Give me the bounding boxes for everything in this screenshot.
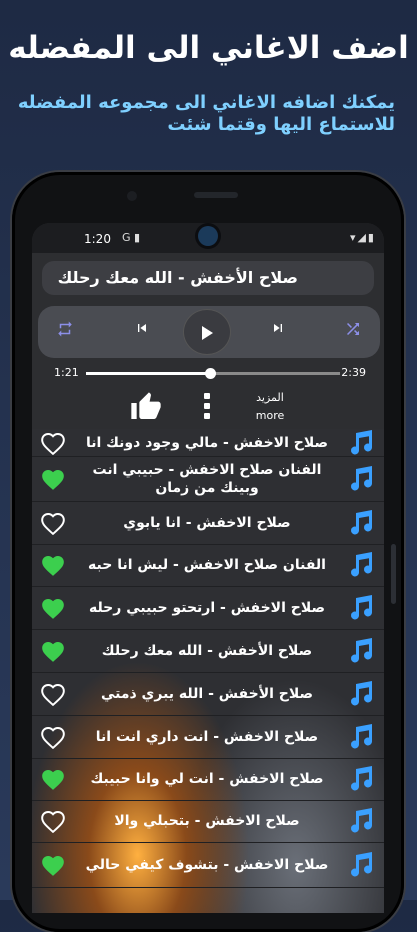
previous-icon[interactable]	[134, 320, 150, 341]
seek-bar[interactable]	[86, 368, 340, 379]
more-label-ar[interactable]: المزيد	[250, 391, 290, 404]
favorite-filled-icon[interactable]	[40, 596, 66, 624]
music-note-icon	[346, 552, 376, 582]
power-button	[391, 544, 396, 604]
song-row[interactable]: صلاح الاخفش - انت داري انت انا	[32, 715, 384, 759]
playback-controls	[38, 306, 380, 358]
system-icons: ▾◢▮	[349, 231, 376, 244]
notification-icons: G ▮	[122, 231, 141, 244]
song-title: صلاح الاخفش - انت داري انت انا	[95, 728, 319, 745]
now-playing-card: صلاح الأخفش - الله معك رحلك	[42, 261, 374, 295]
song-row[interactable]: صلاح الاخفش - انا يابوي	[32, 501, 384, 545]
song-title: صلاح الأخفش - الله يبري ذمتي	[100, 685, 314, 702]
music-note-icon	[346, 637, 376, 668]
status-time: 1:20	[84, 232, 111, 246]
song-title: صلاح الاخفش - ارتحتو حبيبي رحله	[88, 599, 326, 616]
camera-punch-hole	[198, 226, 218, 246]
app-screen: 1:20 G ▮ ▾◢▮ صلاح الأخفش - الله معك رحلك…	[32, 223, 384, 913]
favorite-filled-icon[interactable]	[40, 767, 66, 795]
duration-time: 2:39	[341, 366, 366, 379]
favorite-outline-icon[interactable]	[40, 511, 66, 539]
song-title: صلاح الاخفش - انا يابوي	[123, 514, 291, 531]
next-icon[interactable]	[270, 320, 286, 341]
promo-title: اضف الاغاني الى المفضله	[8, 30, 409, 66]
song-row[interactable]: صلاح الاخفش - ارتحتو حبيبي رحله	[32, 586, 384, 630]
more-vert-icon[interactable]	[204, 393, 210, 423]
music-note-icon	[346, 465, 376, 496]
favorite-outline-icon[interactable]	[40, 682, 66, 710]
favorite-filled-icon[interactable]	[40, 639, 66, 667]
music-note-icon	[346, 680, 376, 711]
favorite-filled-icon[interactable]	[40, 853, 66, 881]
music-note-icon	[346, 594, 376, 625]
song-title: صلاح الأخفش - الله معك رحلك	[101, 642, 313, 659]
song-row[interactable]: صلاح الاخفش - مالي وجود دونك انا	[32, 429, 384, 457]
favorite-filled-icon[interactable]	[40, 467, 66, 495]
song-title: صلاح الاخفش - مالي وجود دونك انا	[85, 434, 329, 451]
repeat-icon[interactable]	[56, 320, 74, 343]
seek-thumb[interactable]	[205, 368, 217, 379]
play-button[interactable]	[184, 310, 230, 354]
music-note-icon	[346, 509, 376, 540]
play-icon	[202, 325, 213, 340]
promo-subtitle: يمكنك اضافه الاغاني الى مجموعه المفضله ل…	[17, 92, 395, 135]
song-title: صلاح الاخفش - بتشوف كيفي حالي	[85, 856, 329, 873]
favorite-outline-icon[interactable]	[40, 809, 66, 837]
music-note-icon	[346, 808, 376, 838]
song-row[interactable]: صلاح الأخفش - الله يبري ذمتي	[32, 672, 384, 716]
now-playing-title: صلاح الأخفش - الله معك رحلك	[57, 268, 298, 287]
song-title: الفنان صلاح الاخفش - حبيبي انت وبينك من …	[92, 461, 322, 496]
song-title: صلاح الاخفش - بتحبلي والا	[114, 813, 300, 829]
music-note-icon	[346, 851, 376, 882]
favorite-filled-icon[interactable]	[40, 553, 66, 581]
seek-progress	[86, 372, 211, 375]
favorite-outline-icon[interactable]	[40, 725, 66, 753]
favorite-outline-icon[interactable]	[40, 431, 66, 459]
music-note-icon	[346, 723, 376, 754]
song-row[interactable]: الفنان صلاح الاخفش - حبيبي انت وبينك من …	[32, 456, 384, 502]
song-row[interactable]: صلاح الاخفش - بتحبلي والا	[32, 800, 384, 843]
thumbs-up-icon[interactable]	[130, 391, 162, 427]
music-note-icon	[346, 766, 376, 796]
shuffle-icon[interactable]	[344, 320, 362, 343]
elapsed-time: 1:21	[54, 366, 79, 379]
song-title: صلاح الاخفش - انت لي وانا حبيبك	[90, 771, 324, 787]
status-bar: 1:20 G ▮ ▾◢▮	[32, 223, 384, 253]
action-bar: المزيد more	[32, 389, 384, 429]
more-label-en[interactable]: more	[250, 409, 290, 422]
song-row[interactable]: صلاح الاخفش - انت لي وانا حبيبك	[32, 758, 384, 801]
music-note-icon	[346, 429, 376, 460]
song-list: صلاح الاخفش - مالي وجود دونك انا الفنان ص…	[32, 429, 384, 913]
earpiece	[194, 192, 238, 198]
song-row[interactable]: صلاح الاخفش - بتشوف كيفي حالي	[32, 842, 384, 888]
song-title: الفنان صلاح الاخفش - ليش انا حبه	[88, 557, 326, 573]
song-row[interactable]: صلاح الأخفش - الله معك رحلك	[32, 629, 384, 673]
song-row[interactable]: الفنان صلاح الاخفش - ليش انا حبه	[32, 544, 384, 587]
front-sensor	[127, 191, 137, 201]
